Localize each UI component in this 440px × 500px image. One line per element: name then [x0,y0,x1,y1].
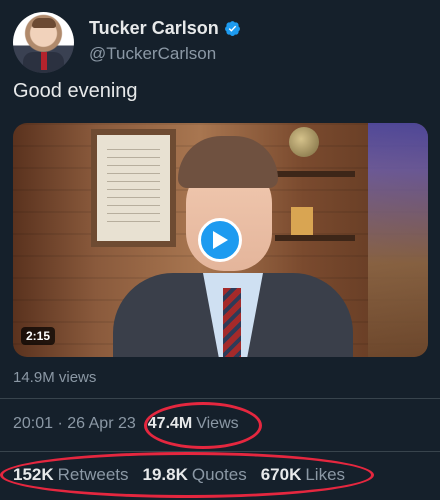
play-button[interactable] [198,218,242,262]
highlight-circle-stats [0,452,374,498]
tweet-header: Tucker Carlson @TuckerCarlson [13,12,433,74]
video-duration: 2:15 [21,327,56,345]
video-player[interactable]: 2:15 [13,123,428,357]
divider [0,398,440,399]
globe [289,127,319,157]
verified-badge-icon [224,21,240,37]
person-hair [178,136,278,188]
video-views: 14.9M views [13,369,97,386]
avatar-tie [41,52,47,70]
avatar[interactable] [13,12,74,73]
highlight-circle-views [144,402,262,449]
avatar-hair [32,18,56,28]
wall-frame [91,129,176,247]
book [291,207,313,235]
person-tie [223,288,241,357]
shelf [275,235,355,241]
author-handle[interactable]: @TuckerCarlson [89,44,216,64]
background-glow [368,123,428,357]
tweet-timestamp[interactable]: 20:01 · 26 Apr 23 [13,415,136,433]
tweet-text: Good evening [13,80,138,102]
author-name[interactable]: Tucker Carlson [89,18,219,39]
shelf [275,171,355,177]
play-icon [213,231,228,249]
author-name-row[interactable]: Tucker Carlson [89,18,241,39]
